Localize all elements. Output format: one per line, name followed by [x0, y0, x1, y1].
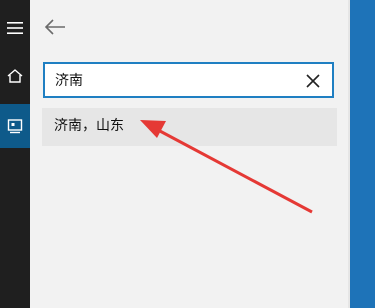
- map-board-icon: [7, 119, 23, 134]
- map-board-button[interactable]: [0, 104, 30, 148]
- nav-rail: [0, 0, 30, 308]
- search-suggestion-item[interactable]: 济南，山东: [42, 108, 337, 146]
- hamburger-menu-icon: [7, 22, 23, 34]
- search-input[interactable]: 济南: [43, 62, 334, 98]
- back-button[interactable]: [38, 10, 72, 44]
- search-input-value: 济南: [55, 73, 83, 89]
- app-window: 济南 济南，山东: [0, 0, 375, 308]
- window-background-edge: [348, 0, 375, 308]
- panel-header: [30, 0, 348, 52]
- back-arrow-icon: [44, 19, 65, 35]
- clear-search-button[interactable]: [302, 70, 324, 92]
- search-flyout-panel: 济南 济南，山东: [30, 0, 348, 308]
- panel-divider: [348, 0, 350, 308]
- suggestion-label: 济南，山东: [54, 118, 124, 134]
- hamburger-menu-button[interactable]: [0, 10, 30, 46]
- home-icon: [7, 69, 23, 83]
- home-button[interactable]: [0, 58, 30, 94]
- close-icon: [306, 74, 320, 88]
